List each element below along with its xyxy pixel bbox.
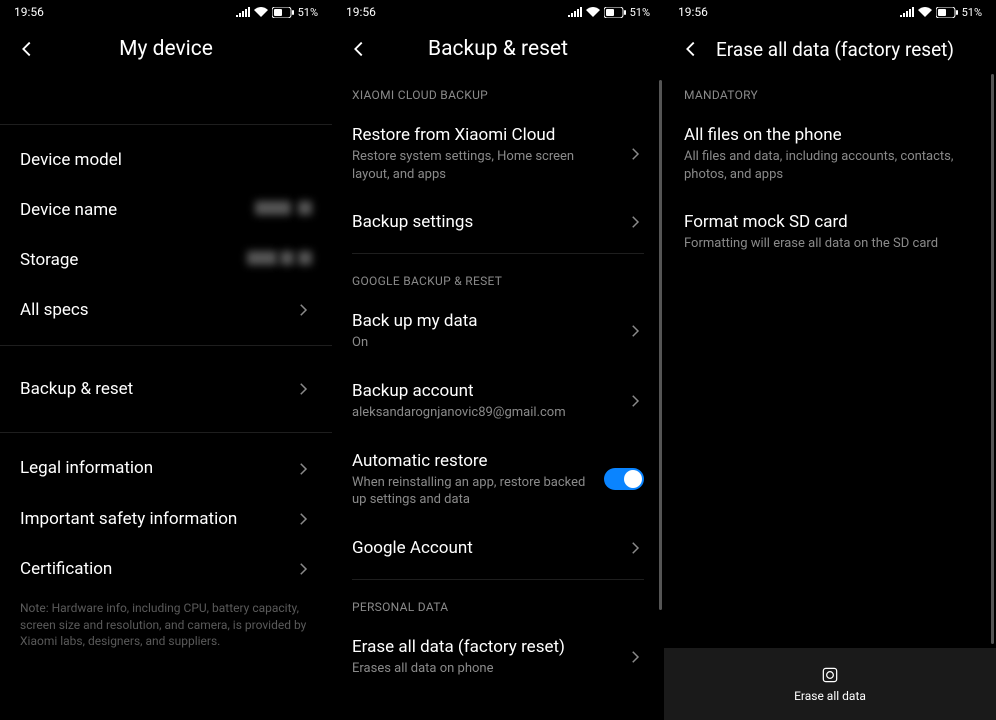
row-title: Device model bbox=[20, 149, 312, 171]
wifi-icon bbox=[586, 7, 600, 17]
row-backup-account[interactable]: Backup account aleksandarognjanovic89@gm… bbox=[332, 366, 664, 436]
back-icon[interactable] bbox=[348, 38, 370, 60]
row-title: Device name bbox=[20, 199, 243, 221]
erase-all-data-button[interactable]: Erase all data bbox=[664, 648, 996, 720]
toggle-automatic-restore[interactable] bbox=[604, 468, 644, 490]
row-storage[interactable]: Storage bbox=[0, 235, 332, 285]
hardware-note: Note: Hardware info, including CPU, batt… bbox=[0, 594, 332, 662]
row-title: Backup & reset bbox=[20, 378, 282, 400]
row-title: All files on the phone bbox=[684, 124, 976, 146]
chevron-right-icon bbox=[626, 213, 644, 231]
row-title: Format mock SD card bbox=[684, 211, 976, 233]
back-icon[interactable] bbox=[680, 38, 702, 60]
row-sub: Erases all data on phone bbox=[352, 660, 614, 678]
status-time: 19:56 bbox=[678, 5, 708, 19]
battery-icon bbox=[272, 7, 294, 18]
row-sub: When reinstalling an app, restore backed… bbox=[352, 474, 592, 509]
row-value-redacted bbox=[247, 251, 312, 269]
status-time: 19:56 bbox=[14, 5, 44, 19]
row-title: Back up my data bbox=[352, 310, 614, 332]
page-title: Backup & reset bbox=[332, 37, 664, 61]
row-title: Legal information bbox=[20, 457, 282, 479]
panel-backup-reset: 19:56 51% Backup & reset XIAOMI CLOUD BA… bbox=[332, 0, 664, 720]
section-mandatory: MANDATORY bbox=[664, 74, 996, 110]
chevron-right-icon bbox=[626, 392, 644, 410]
row-title: Storage bbox=[20, 249, 235, 271]
back-icon[interactable] bbox=[16, 38, 38, 60]
signal-icon bbox=[900, 7, 914, 17]
row-backup-settings[interactable]: Backup settings bbox=[332, 197, 664, 247]
row-sub: All files and data, including accounts, … bbox=[684, 148, 976, 183]
row-title: Certification bbox=[20, 558, 282, 580]
title-bar: Erase all data (factory reset) bbox=[664, 24, 996, 74]
row-device-model[interactable]: Device model bbox=[0, 135, 332, 185]
battery-percent: 51% bbox=[298, 6, 318, 19]
row-safety[interactable]: Important safety information bbox=[0, 494, 332, 544]
status-right: 51% bbox=[900, 6, 982, 19]
row-legal[interactable]: Legal information bbox=[0, 443, 332, 493]
status-bar: 19:56 51% bbox=[664, 0, 996, 24]
row-sub: On bbox=[352, 334, 614, 352]
row-device-name[interactable]: Device name bbox=[0, 185, 332, 235]
status-bar: 19:56 51% bbox=[0, 0, 332, 24]
row-all-specs[interactable]: All specs bbox=[0, 285, 332, 335]
row-value-redacted bbox=[255, 201, 312, 219]
title-bar: My device bbox=[0, 24, 332, 74]
battery-percent: 51% bbox=[962, 6, 982, 19]
row-google-account[interactable]: Google Account bbox=[332, 523, 664, 573]
signal-icon bbox=[568, 7, 582, 17]
row-title: Backup account bbox=[352, 380, 614, 402]
row-title: Google Account bbox=[352, 537, 614, 559]
row-sub: Formatting will erase all data on the SD… bbox=[684, 235, 976, 253]
erase-button-label: Erase all data bbox=[794, 689, 866, 703]
scroll-indicator[interactable] bbox=[991, 74, 994, 644]
page-title: Erase all data (factory reset) bbox=[716, 38, 954, 61]
row-title: Automatic restore bbox=[352, 450, 592, 472]
row-certification[interactable]: Certification bbox=[0, 544, 332, 594]
chevron-right-icon bbox=[626, 145, 644, 163]
chevron-right-icon bbox=[626, 648, 644, 666]
chevron-right-icon bbox=[294, 301, 312, 319]
row-format-sd[interactable]: Format mock SD card Formatting will eras… bbox=[664, 197, 996, 267]
battery-percent: 51% bbox=[630, 6, 650, 19]
row-sub: aleksandarognjanovic89@gmail.com bbox=[352, 404, 614, 422]
status-right: 51% bbox=[236, 6, 318, 19]
page-title: My device bbox=[0, 37, 332, 61]
chevron-right-icon bbox=[294, 380, 312, 398]
row-sub: Restore system settings, Home screen lay… bbox=[352, 148, 614, 183]
row-title: All specs bbox=[20, 299, 282, 321]
section-xiaomi-cloud: XIAOMI CLOUD BACKUP bbox=[332, 74, 664, 110]
chevron-right-icon bbox=[626, 539, 644, 557]
row-title: Backup settings bbox=[352, 211, 614, 233]
row-all-files[interactable]: All files on the phone All files and dat… bbox=[664, 110, 996, 197]
chevron-right-icon bbox=[294, 510, 312, 528]
row-erase-all-data[interactable]: Erase all data (factory reset) Erases al… bbox=[332, 622, 664, 692]
section-google: GOOGLE BACKUP & RESET bbox=[332, 260, 664, 296]
row-title: Important safety information bbox=[20, 508, 282, 530]
scroll-indicator[interactable] bbox=[659, 80, 662, 610]
panel-my-device: 19:56 51% My device Device model Device … bbox=[0, 0, 332, 720]
panel-erase-all-data: 19:56 51% Erase all data (factory reset)… bbox=[664, 0, 996, 720]
title-bar: Backup & reset bbox=[332, 24, 664, 74]
chevron-right-icon bbox=[294, 560, 312, 578]
battery-icon bbox=[604, 7, 626, 18]
row-backup-my-data[interactable]: Back up my data On bbox=[332, 296, 664, 366]
chevron-right-icon bbox=[626, 322, 644, 340]
wifi-icon bbox=[918, 7, 932, 17]
wifi-icon bbox=[254, 7, 268, 17]
row-backup-reset[interactable]: Backup & reset bbox=[0, 356, 332, 422]
erase-icon bbox=[820, 665, 840, 685]
section-personal: PERSONAL DATA bbox=[332, 586, 664, 622]
status-bar: 19:56 51% bbox=[332, 0, 664, 24]
status-right: 51% bbox=[568, 6, 650, 19]
row-title: Restore from Xiaomi Cloud bbox=[352, 124, 614, 146]
chevron-right-icon bbox=[294, 460, 312, 478]
battery-icon bbox=[936, 7, 958, 18]
status-time: 19:56 bbox=[346, 5, 376, 19]
signal-icon bbox=[236, 7, 250, 17]
row-restore-cloud[interactable]: Restore from Xiaomi Cloud Restore system… bbox=[332, 110, 664, 197]
row-automatic-restore[interactable]: Automatic restore When reinstalling an a… bbox=[332, 436, 664, 523]
row-title: Erase all data (factory reset) bbox=[352, 636, 614, 658]
